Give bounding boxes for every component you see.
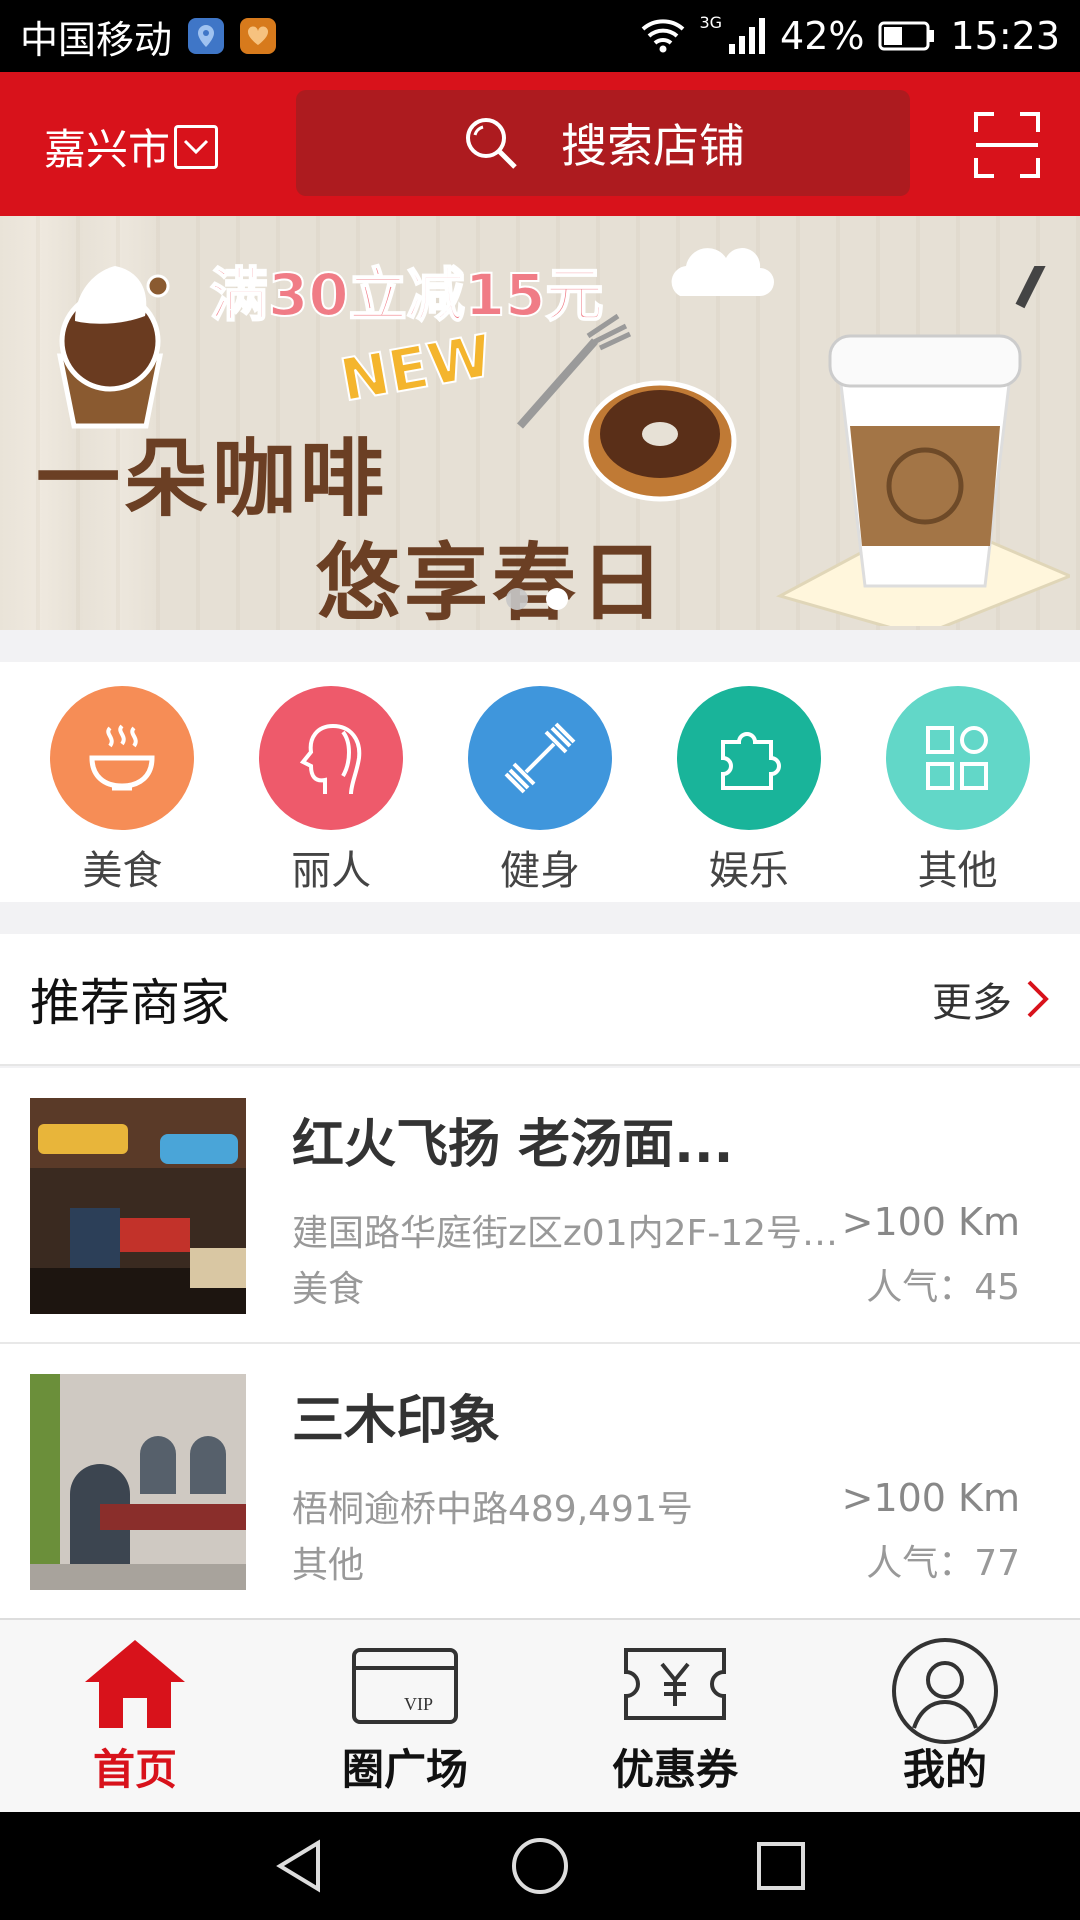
tab-coupons[interactable]: 优惠券 — [540, 1620, 810, 1812]
tab-label: 首页 — [92, 1745, 177, 1794]
more-label: 更多 — [932, 980, 1012, 1026]
banner-headline-line2: 悠享春日 — [316, 534, 669, 630]
coupon-icon — [624, 1648, 726, 1720]
svg-text:VIP: VIP — [404, 1694, 433, 1714]
search-input[interactable]: 搜索店铺 — [296, 90, 910, 196]
coffee-cup-icon — [776, 266, 1070, 626]
category-food[interactable]: 美食 — [42, 686, 202, 902]
more-link[interactable]: 更多 — [932, 970, 1050, 1028]
category-entertainment[interactable]: 娱乐 — [669, 686, 829, 902]
scan-icon[interactable] — [974, 112, 1040, 178]
home-icon — [85, 1640, 185, 1728]
chevron-right-icon — [1027, 980, 1049, 1018]
list-item[interactable]: 红火飞扬 老汤面... 建国路华庭街z区z01内2F-12号商... 美食 >1… — [0, 1068, 1080, 1344]
promo-banner[interactable]: 满30立减15元 NEW 一朵咖啡 悠享春日 — [0, 216, 1080, 630]
tab-mine[interactable]: 我的 — [810, 1620, 1080, 1812]
merchant-name: 三木印象 — [292, 1391, 501, 1451]
location-app-icon — [188, 18, 225, 54]
merchant-popularity: 人气：45 — [866, 1267, 1020, 1308]
user-icon — [892, 1638, 998, 1744]
cloud-icon — [671, 248, 774, 296]
category-label: 其他 — [917, 848, 998, 894]
section-title: 推荐商家 — [30, 974, 230, 1032]
category-other[interactable]: 其他 — [878, 686, 1038, 902]
merchant-address: 建国路华庭街z区z01内2F-12号商... — [292, 1213, 852, 1254]
back-icon[interactable] — [274, 1839, 324, 1893]
carrier-label: 中国移动 — [20, 17, 173, 62]
health-app-icon — [240, 18, 277, 54]
tab-label: 圈广场 — [341, 1745, 468, 1794]
recent-apps-icon[interactable] — [756, 1841, 806, 1891]
category-beauty[interactable]: 丽人 — [251, 686, 411, 902]
lady-profile-icon — [259, 686, 404, 830]
system-nav-bar — [0, 1812, 1080, 1920]
merchant-category: 其他 — [292, 1545, 365, 1586]
network-type-label: 3G — [699, 12, 723, 32]
list-item[interactable]: 三木印象 梧桐逾桥中路489,491号 其他 >100 Km 人气：77 — [0, 1344, 1080, 1620]
chevron-down-icon — [174, 124, 219, 169]
category-label: 健身 — [499, 848, 580, 894]
carousel-indicator — [506, 588, 568, 610]
carousel-dot[interactable] — [506, 588, 528, 610]
bowl-icon — [50, 686, 195, 830]
cupcake-icon — [56, 266, 170, 429]
donut-icon — [583, 380, 737, 502]
merchant-distance: >100 Km — [841, 1476, 1020, 1520]
tab-label: 我的 — [902, 1745, 987, 1794]
merchant-photo — [30, 1098, 246, 1314]
status-bar: 中国移动 3G 42% 15:23 — [0, 0, 1080, 72]
grid-icon — [885, 686, 1030, 830]
banner-headline-line1: 一朵咖啡 — [36, 430, 389, 528]
home-circle-icon[interactable] — [511, 1837, 569, 1895]
clock: 15:23 — [950, 14, 1060, 58]
city-selector[interactable]: 嘉兴市 — [44, 116, 219, 177]
merchant-category: 美食 — [292, 1269, 365, 1310]
city-label: 嘉兴市 — [44, 125, 171, 174]
battery-percent: 42% — [780, 14, 865, 58]
category-label: 美食 — [82, 848, 163, 894]
carousel-dot-active[interactable] — [546, 588, 568, 610]
signal-icon — [729, 18, 766, 54]
search-icon — [466, 118, 517, 169]
category-row: 美食 丽人 健身 娱乐 其他 — [0, 662, 1080, 902]
tab-label: 优惠券 — [611, 1745, 738, 1794]
bottom-nav: 首页 VIP 圈广场 优惠券 我的 — [0, 1618, 1080, 1812]
tab-home[interactable]: 首页 — [0, 1620, 270, 1812]
merchant-photo — [30, 1374, 246, 1590]
category-label: 娱乐 — [708, 848, 789, 894]
recommended-header: 推荐商家 更多 — [0, 934, 1080, 1066]
search-placeholder: 搜索店铺 — [561, 119, 745, 173]
merchant-address: 梧桐逾桥中路489,491号 — [292, 1489, 693, 1530]
category-label: 丽人 — [291, 848, 372, 894]
category-fitness[interactable]: 健身 — [460, 686, 620, 902]
wifi-icon — [642, 19, 685, 53]
merchant-popularity: 人气：77 — [866, 1543, 1020, 1584]
dumbbell-icon — [467, 686, 612, 830]
merchant-name: 红火飞扬 老汤面... — [292, 1115, 734, 1175]
vip-card-icon: VIP — [352, 1648, 458, 1724]
merchant-distance: >100 Km — [841, 1200, 1020, 1244]
app-header: 嘉兴市 搜索店铺 — [0, 72, 1080, 216]
merchant-list: 红火飞扬 老汤面... 建国路华庭街z区z01内2F-12号商... 美食 >1… — [0, 1068, 1080, 1620]
tab-circle-plaza[interactable]: VIP 圈广场 — [270, 1620, 540, 1812]
puzzle-icon — [676, 686, 821, 830]
battery-icon — [878, 21, 935, 51]
